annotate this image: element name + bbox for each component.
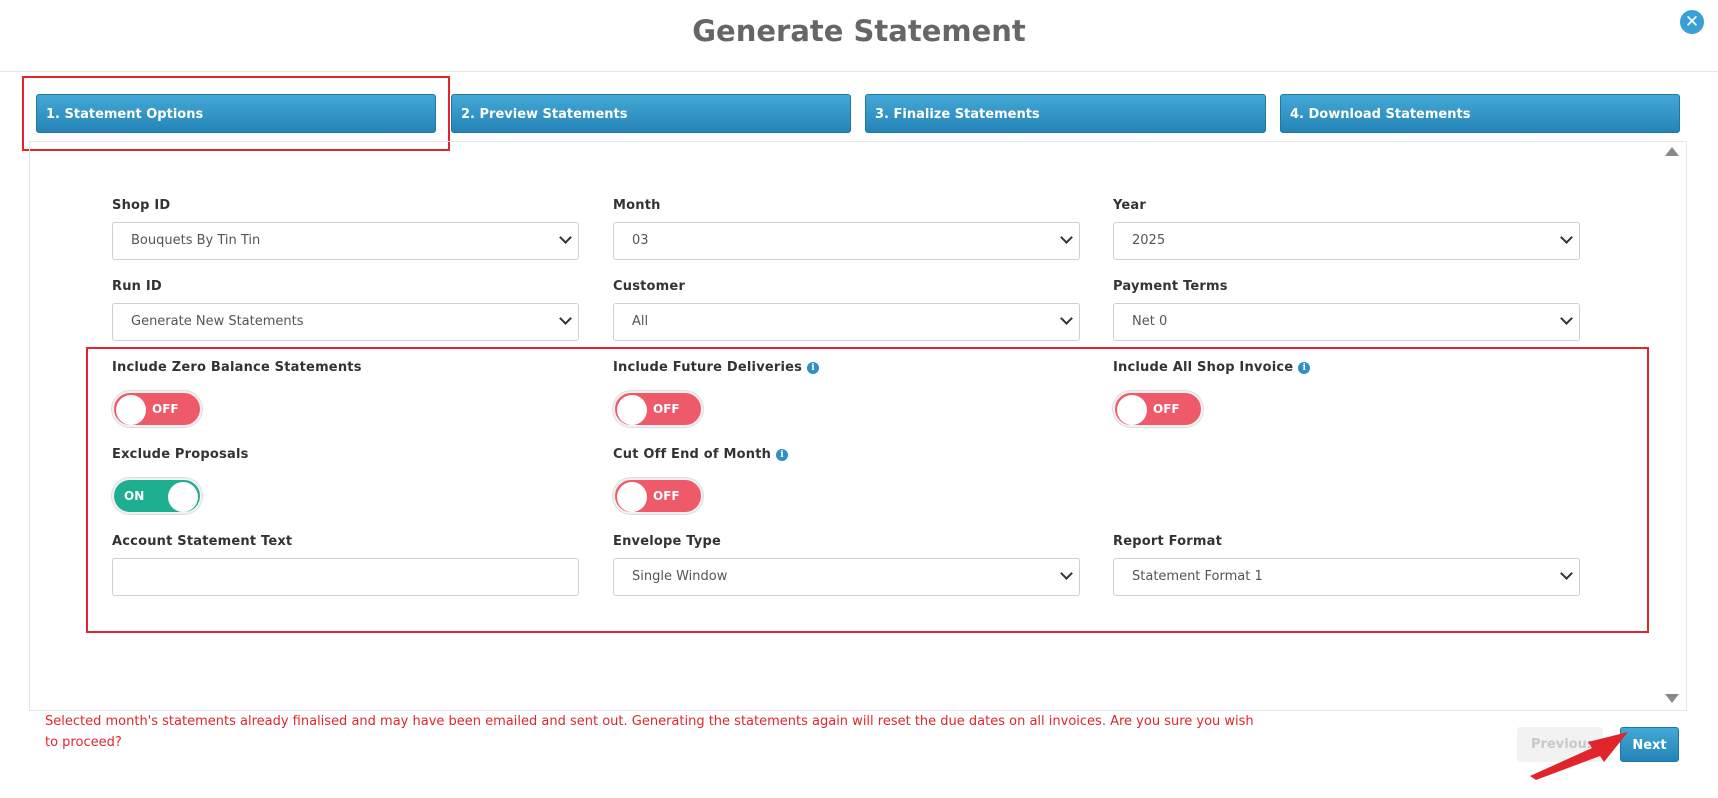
- customer-label: Customer: [613, 279, 686, 294]
- modal-title: Generate Statement: [692, 14, 1026, 48]
- shop-id-label: Shop ID: [112, 198, 171, 213]
- account-statement-text-input[interactable]: [112, 558, 579, 596]
- toggle-state: OFF: [152, 402, 179, 416]
- run-id-label: Run ID: [112, 279, 162, 294]
- cut-off-end-of-month-toggle[interactable]: OFF: [613, 478, 703, 514]
- customer-value: All: [632, 314, 649, 329]
- toggle-knob: [617, 482, 647, 512]
- cut-off-end-of-month-label: Cut Off End of Month i: [613, 447, 789, 462]
- month-value: 03: [632, 233, 649, 248]
- close-icon[interactable]: ✕: [1680, 10, 1704, 34]
- run-id-select[interactable]: Generate New Statements: [112, 303, 579, 341]
- tab-download-statements[interactable]: 4. Download Statements: [1280, 94, 1680, 133]
- include-zero-balance-label: Include Zero Balance Statements: [112, 360, 362, 375]
- year-label: Year: [1113, 198, 1147, 213]
- include-future-deliveries-toggle[interactable]: OFF: [613, 391, 703, 427]
- toggle-state: OFF: [653, 489, 680, 503]
- info-icon[interactable]: i: [1298, 362, 1311, 374]
- include-future-deliveries-label-text: Include Future Deliveries: [613, 360, 803, 375]
- toggle-knob: [617, 395, 647, 425]
- toggle-state: ON: [124, 489, 145, 503]
- modal-header: Generate Statement ✕: [0, 0, 1718, 72]
- tab-finalize-statements[interactable]: 3. Finalize Statements: [865, 94, 1266, 133]
- envelope-type-label: Envelope Type: [613, 534, 721, 549]
- shop-id-select[interactable]: Bouquets By Tin Tin: [112, 222, 579, 260]
- account-statement-text-label: Account Statement Text: [112, 534, 293, 549]
- report-format-value: Statement Format 1: [1132, 569, 1263, 584]
- run-id-value: Generate New Statements: [131, 314, 304, 329]
- include-zero-balance-toggle[interactable]: OFF: [112, 391, 202, 427]
- include-all-shop-invoice-toggle[interactable]: OFF: [1113, 391, 1203, 427]
- chevron-down-icon: [1060, 231, 1073, 244]
- month-label: Month: [613, 198, 661, 213]
- info-icon[interactable]: i: [807, 362, 820, 374]
- report-format-select[interactable]: Statement Format 1: [1113, 558, 1580, 596]
- payment-terms-value: Net 0: [1132, 314, 1168, 329]
- toggle-knob: [168, 482, 198, 512]
- include-all-shop-invoice-label-text: Include All Shop Invoice: [1113, 360, 1294, 375]
- chevron-down-icon: [1560, 231, 1573, 244]
- customer-select[interactable]: All: [613, 303, 1080, 341]
- chevron-down-icon: [1560, 567, 1573, 580]
- tab-preview-statements[interactable]: 2. Preview Statements: [451, 94, 851, 133]
- info-icon[interactable]: i: [776, 449, 789, 461]
- report-format-label: Report Format: [1113, 534, 1223, 549]
- toggle-state: OFF: [653, 402, 680, 416]
- include-all-shop-invoice-label: Include All Shop Invoice i: [1113, 360, 1311, 375]
- include-zero-balance-label-text: Include Zero Balance Statements: [112, 360, 362, 375]
- cut-off-end-of-month-label-text: Cut Off End of Month: [613, 447, 772, 462]
- envelope-type-value: Single Window: [632, 569, 728, 584]
- scroll-up-arrow-icon[interactable]: [1665, 147, 1679, 156]
- shop-id-value: Bouquets By Tin Tin: [131, 233, 261, 248]
- envelope-type-select[interactable]: Single Window: [613, 558, 1080, 596]
- year-value: 2025: [1132, 233, 1166, 248]
- chevron-down-icon: [559, 231, 572, 244]
- year-select[interactable]: 2025: [1113, 222, 1580, 260]
- pointer-arrow-icon: [1530, 732, 1628, 780]
- payment-terms-label: Payment Terms: [1113, 279, 1228, 294]
- exclude-proposals-label-text: Exclude Proposals: [112, 447, 249, 462]
- generate-statement-modal: Generate Statement ✕ 1. Statement Option…: [0, 0, 1718, 798]
- scroll-down-arrow-icon[interactable]: [1665, 694, 1679, 703]
- exclude-proposals-toggle[interactable]: ON: [112, 478, 202, 514]
- include-future-deliveries-label: Include Future Deliveries i: [613, 360, 820, 375]
- chevron-down-icon: [559, 312, 572, 325]
- exclude-proposals-label: Exclude Proposals: [112, 447, 249, 462]
- toggle-knob: [1117, 395, 1147, 425]
- chevron-down-icon: [1060, 312, 1073, 325]
- chevron-down-icon: [1560, 312, 1573, 325]
- payment-terms-select[interactable]: Net 0: [1113, 303, 1580, 341]
- tab-statement-options[interactable]: 1. Statement Options: [36, 94, 436, 133]
- toggle-knob: [116, 395, 146, 425]
- toggle-state: OFF: [1153, 402, 1180, 416]
- warning-message: Selected month's statements already fina…: [45, 714, 1254, 750]
- month-select[interactable]: 03: [613, 222, 1080, 260]
- chevron-down-icon: [1060, 567, 1073, 580]
